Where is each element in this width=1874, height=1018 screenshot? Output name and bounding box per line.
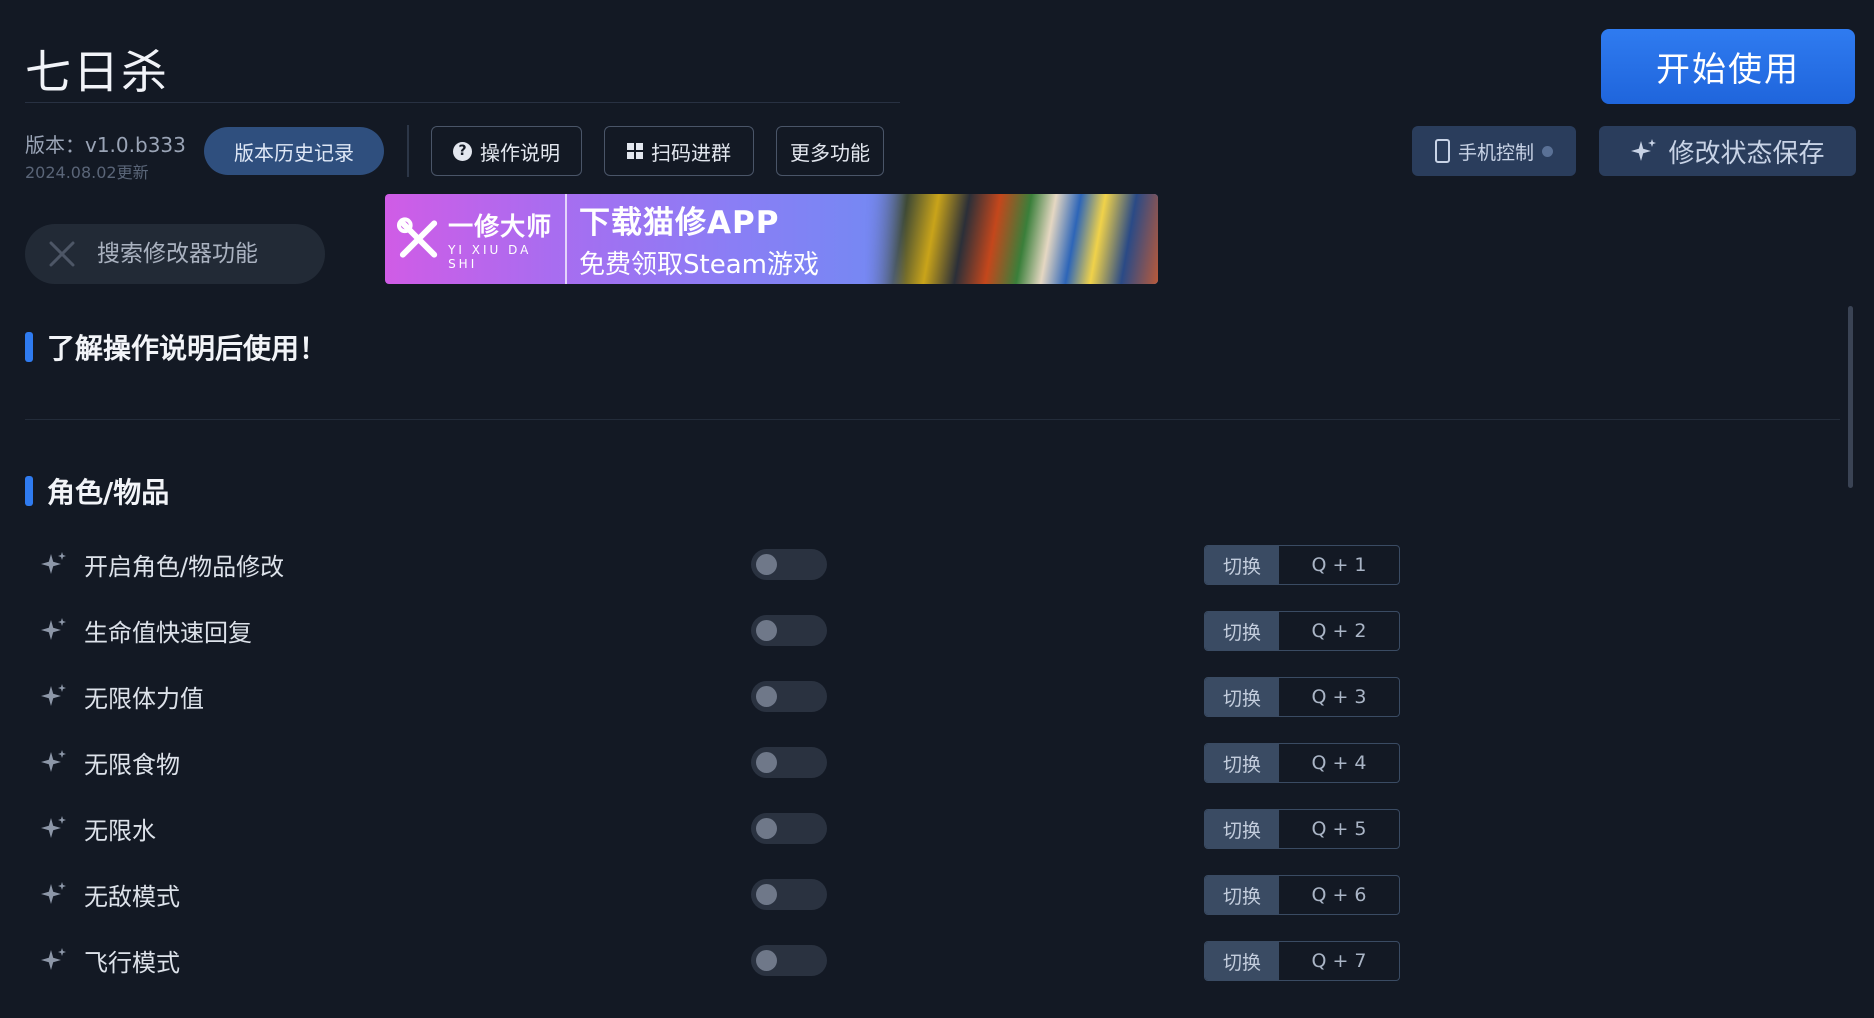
section-marker: [25, 476, 33, 506]
banner-brand-pinyin: YI XIU DA SHI: [448, 243, 532, 271]
phone-control-label: 手机控制: [1457, 141, 1534, 164]
hotkey-control: 切换 Q + 2: [1204, 611, 1400, 651]
feature-toggle[interactable]: [751, 747, 827, 778]
phone-control-button[interactable]: 手机控制: [1412, 126, 1576, 176]
feature-toggle[interactable]: [751, 945, 827, 976]
toggle-knob: [756, 554, 777, 575]
hotkey-switch-button[interactable]: 切换: [1205, 744, 1279, 782]
sparkle-icon: [40, 946, 68, 974]
tools-icon: [49, 241, 75, 267]
sparkle-icon: [40, 616, 68, 644]
sparkle-icon: [40, 748, 68, 776]
hotkey-switch-button[interactable]: 切换: [1205, 678, 1279, 716]
start-button[interactable]: 开始使用: [1601, 29, 1855, 104]
feature-label: 无限体力值: [84, 685, 204, 713]
version-date: 2024.08.02更新: [25, 163, 149, 182]
section-intro-title: 了解操作说明后使用！: [47, 332, 328, 365]
feature-label: 无限水: [84, 817, 156, 845]
feature-row: 飞行模式 切换 Q + 7: [36, 933, 1406, 985]
save-state-button[interactable]: 修改状态保存: [1599, 126, 1856, 176]
hotkey-switch-button[interactable]: 切换: [1205, 942, 1279, 980]
toggle-knob: [756, 818, 777, 839]
search-bar: [25, 224, 325, 284]
banner-subtitle: 免费领取Steam游戏: [579, 250, 819, 280]
scan-group-button[interactable]: 扫码进群: [604, 126, 754, 176]
question-icon: ?: [453, 141, 472, 161]
feature-toggle[interactable]: [751, 615, 827, 646]
feature-row: 无敌模式 切换 Q + 6: [36, 867, 1406, 919]
hotkey-value[interactable]: Q + 6: [1279, 876, 1399, 914]
section-marker: [25, 332, 33, 362]
promo-banner[interactable]: 一修大师 YI XIU DA SHI 下载猫修APP 免费领取Steam游戏: [385, 194, 1158, 284]
hotkey-value[interactable]: Q + 4: [1279, 744, 1399, 782]
section-intro: 了解操作说明后使用！: [25, 327, 327, 367]
hotkey-switch-button[interactable]: 切换: [1205, 876, 1279, 914]
search-input[interactable]: [97, 241, 307, 267]
feature-label: 飞行模式: [84, 949, 180, 977]
qr-code-icon: [627, 143, 643, 159]
sparkle-icon: [1631, 139, 1657, 161]
banner-game-art: [865, 194, 1158, 284]
sparkle-icon: [40, 682, 68, 710]
status-dot-icon: [1542, 145, 1553, 157]
help-button-label: 操作说明: [480, 140, 560, 165]
feature-row: 无限水 切换 Q + 5: [36, 801, 1406, 853]
hotkey-value[interactable]: Q + 3: [1279, 678, 1399, 716]
sparkle-icon: [40, 550, 68, 578]
toggle-knob: [756, 686, 777, 707]
hotkey-control: 切换 Q + 1: [1204, 545, 1400, 585]
hotkey-control: 切换 Q + 4: [1204, 743, 1400, 783]
hotkey-value[interactable]: Q + 1: [1279, 546, 1399, 584]
scrollbar[interactable]: [1848, 306, 1853, 488]
feature-row: 生命值快速回复 切换 Q + 2: [36, 603, 1406, 655]
toggle-knob: [756, 884, 777, 905]
feature-label: 无敌模式: [84, 883, 180, 911]
phone-icon: [1434, 139, 1450, 163]
version-label: 版本：v1.0.b333: [25, 133, 186, 157]
hotkey-switch-button[interactable]: 切换: [1205, 810, 1279, 848]
hotkey-control: 切换 Q + 5: [1204, 809, 1400, 849]
feature-toggle[interactable]: [751, 549, 827, 580]
hotkey-value[interactable]: Q + 5: [1279, 810, 1399, 848]
feature-label: 无限食物: [84, 751, 180, 779]
feature-label: 开启角色/物品修改: [84, 553, 285, 581]
toggle-knob: [756, 950, 777, 971]
version-history-button[interactable]: 版本历史记录: [204, 127, 384, 175]
title-divider: [25, 102, 900, 103]
section-divider: [25, 419, 1840, 420]
banner-logo: 一修大师 YI XIU DA SHI: [385, 194, 567, 284]
wrench-screwdriver-icon: [396, 217, 438, 258]
feature-toggle[interactable]: [751, 879, 827, 910]
feature-toggle[interactable]: [751, 813, 827, 844]
banner-brand: 一修大师: [448, 212, 553, 241]
save-state-label: 修改状态保存: [1668, 138, 1825, 169]
hotkey-control: 切换 Q + 3: [1204, 677, 1400, 717]
hotkey-value[interactable]: Q + 7: [1279, 942, 1399, 980]
hotkey-switch-button[interactable]: 切换: [1205, 546, 1279, 584]
banner-title: 下载猫修APP: [579, 205, 780, 241]
feature-row: 无限体力值 切换 Q + 3: [36, 669, 1406, 721]
feature-row: 无限食物 切换 Q + 4: [36, 735, 1406, 787]
hotkey-value[interactable]: Q + 2: [1279, 612, 1399, 650]
help-button[interactable]: ? 操作说明: [431, 126, 582, 176]
section-category: 角色/物品: [25, 471, 169, 511]
hotkey-control: 切换 Q + 6: [1204, 875, 1400, 915]
scan-button-label: 扫码进群: [651, 140, 731, 165]
feature-label: 生命值快速回复: [84, 619, 252, 647]
toolbar-divider: [407, 125, 409, 177]
sparkle-icon: [40, 814, 68, 842]
hotkey-control: 切换 Q + 7: [1204, 941, 1400, 981]
toggle-knob: [756, 752, 777, 773]
feature-toggle[interactable]: [751, 681, 827, 712]
hotkey-switch-button[interactable]: 切换: [1205, 612, 1279, 650]
section-category-title: 角色/物品: [47, 476, 170, 509]
app-title: 七日杀: [25, 45, 169, 99]
feature-row: 开启角色/物品修改 切换 Q + 1: [36, 537, 1406, 589]
sparkle-icon: [40, 880, 68, 908]
more-features-button[interactable]: 更多功能: [776, 126, 884, 176]
toggle-knob: [756, 620, 777, 641]
version-info: 版本：v1.0.b333 2024.08.02更新: [25, 129, 186, 183]
